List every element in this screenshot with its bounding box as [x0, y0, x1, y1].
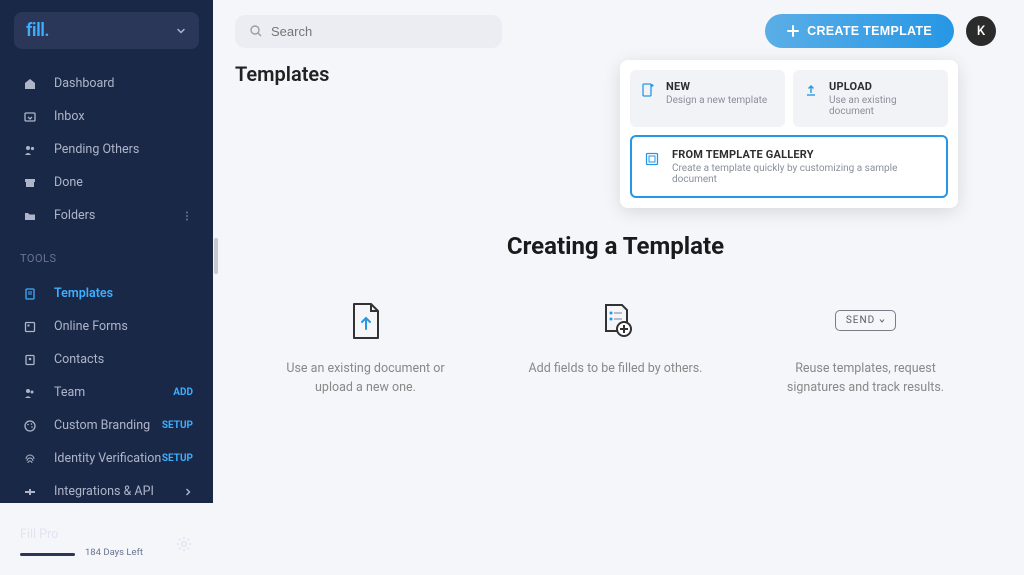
- dropdown-option-gallery[interactable]: FROM TEMPLATE GALLERY Create a template …: [630, 135, 948, 198]
- gallery-icon: [644, 151, 660, 167]
- upload-doc-icon: [803, 82, 819, 98]
- inbox-icon: [20, 110, 40, 124]
- step-1: Use an existing document or upload a new…: [276, 300, 456, 398]
- sidebar-item-label: Custom Branding: [54, 418, 162, 433]
- dropdown-option-sub: Create a template quickly by customizing…: [672, 163, 934, 185]
- sidebar-item-branding[interactable]: Custom Branding SETUP: [0, 409, 213, 442]
- search-icon: [249, 24, 263, 38]
- dropdown-option-title: NEW: [666, 80, 775, 93]
- send-icon: SEND: [776, 300, 956, 342]
- more-vertical-icon[interactable]: [181, 210, 193, 222]
- folder-icon: [20, 209, 40, 223]
- sidebar-item-label: Identity Verification: [54, 451, 162, 466]
- sidebar-tools: Templates Online Forms Contacts Team ADD…: [0, 271, 213, 514]
- send-pill-label: SEND: [846, 315, 875, 326]
- create-button-label: CREATE TEMPLATE: [807, 24, 932, 38]
- brand-logo: fill.: [26, 20, 49, 41]
- dropdown-option-upload[interactable]: UPLOAD Use an existing document: [793, 70, 948, 127]
- sidebar-item-label: Team: [54, 385, 173, 400]
- dropdown-option-title: UPLOAD: [829, 80, 938, 93]
- form-icon: [20, 320, 40, 334]
- sidebar-item-label: Online Forms: [54, 319, 193, 334]
- dropdown-option-new[interactable]: NEW Design a new template: [630, 70, 785, 127]
- search-box[interactable]: [235, 15, 502, 48]
- avatar-initial: K: [977, 24, 985, 39]
- sidebar-item-label: Integrations & API: [54, 484, 183, 499]
- new-template-icon: [640, 82, 656, 98]
- chevron-right-icon: [183, 487, 193, 497]
- sidebar-item-label: Inbox: [54, 109, 193, 124]
- steps-row: Use an existing document or upload a new…: [276, 300, 956, 398]
- dropdown-option-sub: Design a new template: [666, 95, 775, 106]
- step-2: Add fields to be filled by others.: [526, 300, 706, 398]
- sidebar-nav: Dashboard Inbox Pending Others Done Fold…: [0, 61, 213, 238]
- integrations-icon: [20, 485, 40, 499]
- upload-document-icon: [276, 300, 456, 342]
- sidebar-section-tools: TOOLS: [0, 238, 213, 271]
- sidebar-item-online-forms[interactable]: Online Forms: [0, 310, 213, 343]
- plan-name: Fill Pro: [20, 527, 175, 542]
- empty-state-heading: Creating a Template: [507, 232, 724, 260]
- sidebar-item-templates[interactable]: Templates: [0, 277, 213, 310]
- palette-icon: [20, 419, 40, 433]
- create-template-dropdown: NEW Design a new template UPLOAD Use an …: [620, 60, 958, 208]
- gear-icon[interactable]: [175, 535, 193, 553]
- sidebar-item-contacts[interactable]: Contacts: [0, 343, 213, 376]
- dropdown-option-title: FROM TEMPLATE GALLERY: [672, 148, 934, 161]
- topbar: CREATE TEMPLATE K: [235, 14, 996, 48]
- workspace-switcher[interactable]: fill.: [14, 12, 199, 49]
- template-icon: [20, 287, 40, 301]
- step-3: SEND Reuse templates, request signatures…: [776, 300, 956, 398]
- sidebar-item-folders[interactable]: Folders: [0, 199, 213, 232]
- people-icon: [20, 143, 40, 157]
- sidebar-item-integrations[interactable]: Integrations & API: [0, 475, 213, 508]
- dropdown-option-sub: Use an existing document: [829, 95, 938, 117]
- step-text: Reuse templates, request signatures and …: [776, 360, 956, 398]
- search-input[interactable]: [271, 24, 488, 39]
- archive-icon: [20, 176, 40, 190]
- plan-days-left: 184 Days Left: [85, 547, 143, 558]
- home-icon: [20, 77, 40, 91]
- contact-icon: [20, 353, 40, 367]
- sidebar-item-done[interactable]: Done: [0, 166, 213, 199]
- plan-footer: Fill Pro 184 Days Left: [0, 514, 213, 575]
- sidebar-item-pending[interactable]: Pending Others: [0, 133, 213, 166]
- workspace-switcher-wrap: fill.: [0, 0, 213, 61]
- sidebar-item-label: Dashboard: [54, 76, 193, 91]
- sidebar-item-team[interactable]: Team ADD: [0, 376, 213, 409]
- sidebar: fill. Dashboard Inbox Pending Others Don…: [0, 0, 213, 503]
- sidebar-item-label: Done: [54, 175, 193, 190]
- sidebar-item-label: Folders: [54, 208, 181, 223]
- sidebar-item-dashboard[interactable]: Dashboard: [0, 67, 213, 100]
- create-template-button[interactable]: CREATE TEMPLATE: [765, 14, 954, 48]
- sidebar-item-inbox[interactable]: Inbox: [0, 100, 213, 133]
- step-text: Use an existing document or upload a new…: [276, 360, 456, 398]
- setup-badge[interactable]: SETUP: [162, 420, 193, 431]
- sidebar-item-label: Templates: [54, 286, 193, 301]
- sidebar-item-identity[interactable]: Identity Verification SETUP: [0, 442, 213, 475]
- fingerprint-icon: [20, 452, 40, 466]
- avatar[interactable]: K: [966, 16, 996, 46]
- sidebar-item-label: Pending Others: [54, 142, 193, 157]
- plus-icon: [787, 25, 799, 37]
- sidebar-item-label: Contacts: [54, 352, 193, 367]
- plan-progress-bar: [20, 553, 75, 556]
- add-badge[interactable]: ADD: [173, 387, 193, 398]
- main-content: CREATE TEMPLATE K Templates NEW Design a…: [213, 0, 1024, 503]
- setup-badge[interactable]: SETUP: [162, 453, 193, 464]
- add-fields-icon: [526, 300, 706, 342]
- plan-info[interactable]: Fill Pro 184 Days Left: [20, 527, 175, 561]
- team-icon: [20, 386, 40, 400]
- step-text: Add fields to be filled by others.: [526, 360, 706, 379]
- chevron-down-icon: [175, 25, 187, 37]
